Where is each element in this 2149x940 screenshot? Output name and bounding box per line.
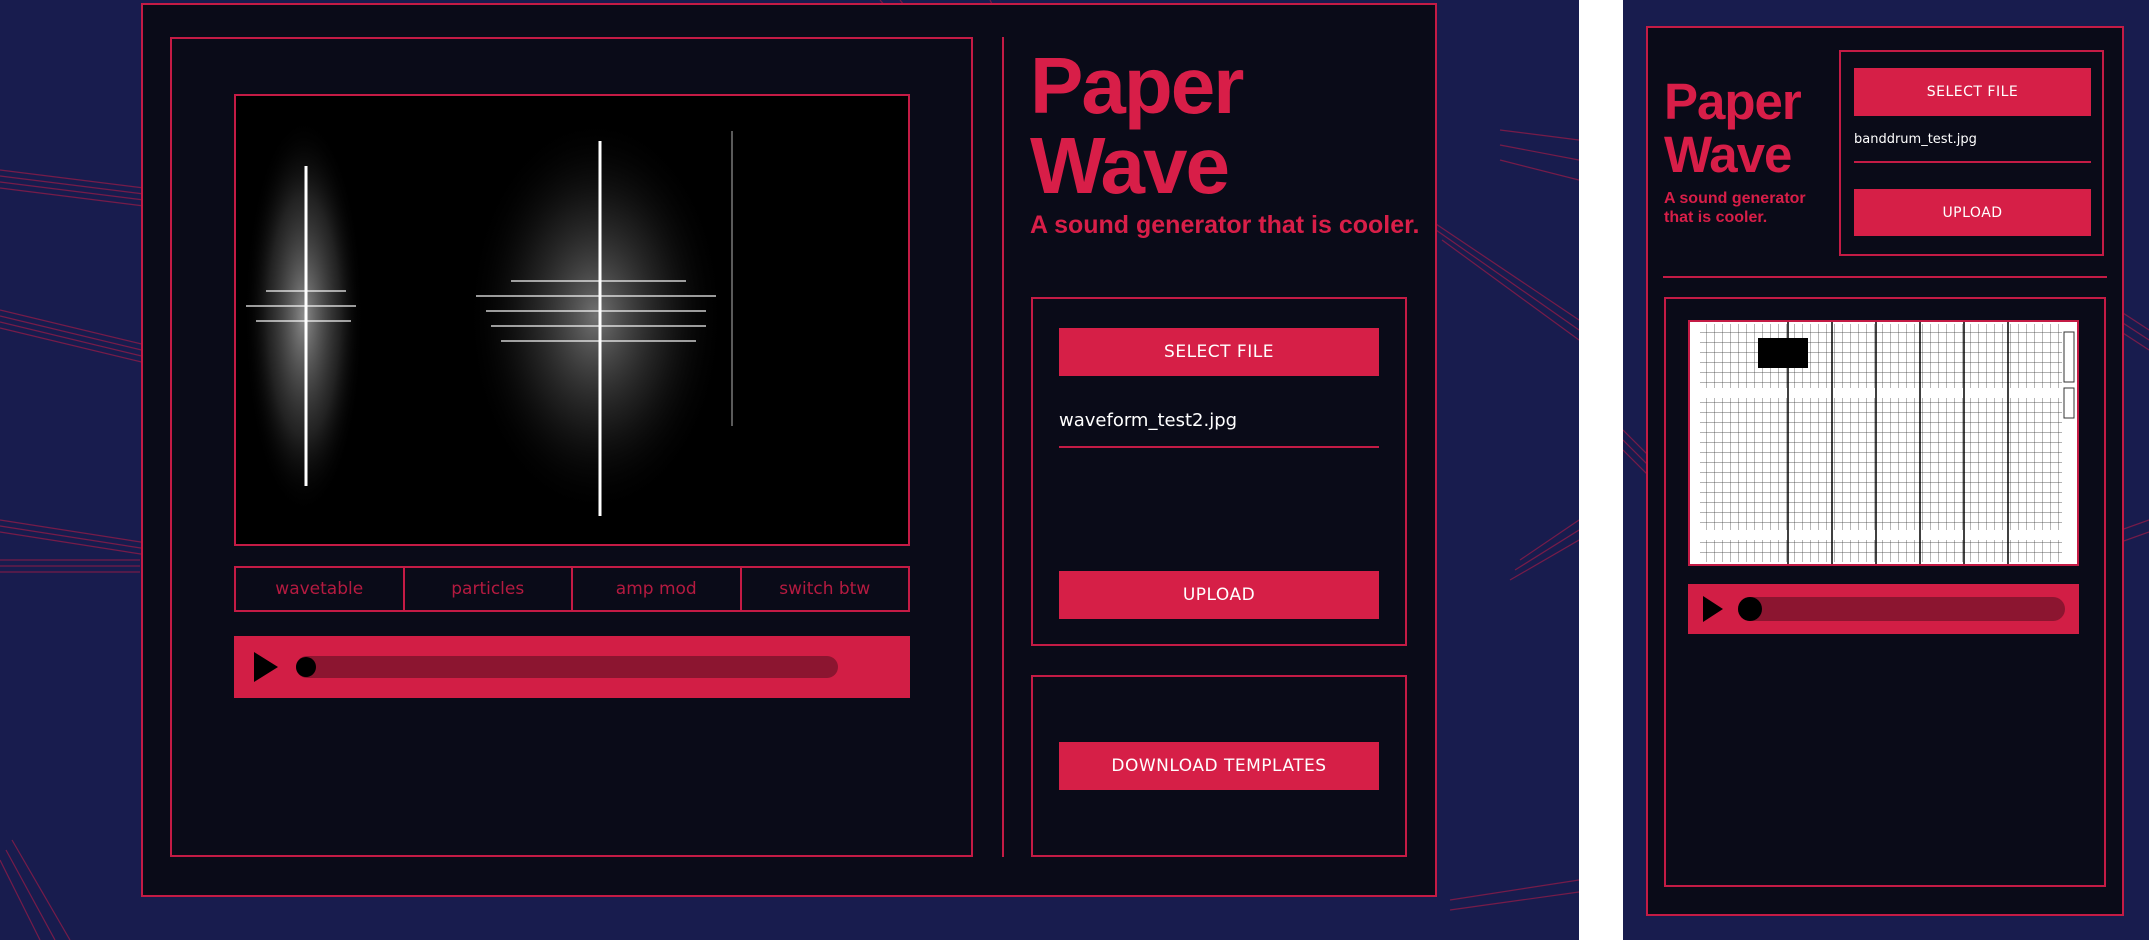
play-icon[interactable] <box>254 652 278 682</box>
mobile-tagline-line2: that is cooler. <box>1664 209 1768 226</box>
app-tagline: A sound generator that is cooler. <box>1030 211 1420 239</box>
mobile-tagline-line1: A sound generator <box>1664 190 1806 207</box>
app-title: Paper Wave <box>1030 41 1244 210</box>
select-file-button[interactable]: SELECT FILE <box>1059 328 1379 376</box>
mobile-audio-player <box>1688 584 2079 634</box>
mobile-play-icon[interactable] <box>1703 596 1723 622</box>
waveform-image <box>234 94 910 546</box>
mobile-progress-knob[interactable] <box>1738 597 1762 621</box>
audio-player <box>234 636 910 698</box>
tab-switch-btw[interactable]: switch btw <box>742 568 909 610</box>
app-title-line1: Paper <box>1030 41 1244 130</box>
mobile-app-title: Paper Wave <box>1664 73 1802 183</box>
mobile-title-line1: Paper <box>1664 73 1802 130</box>
app-title-line2: Wave <box>1030 121 1230 210</box>
mobile-select-file-button[interactable]: SELECT FILE <box>1854 68 2091 116</box>
tab-wavetable[interactable]: wavetable <box>236 568 405 610</box>
tab-particles[interactable]: particles <box>405 568 573 610</box>
drum-grid-image <box>1688 320 2079 566</box>
tab-amp-mod[interactable]: amp mod <box>573 568 742 610</box>
mobile-progress-track[interactable] <box>1738 597 2065 621</box>
divider-vertical <box>1002 37 1004 857</box>
mobile-tagline: A sound generator that is cooler. <box>1664 189 1806 227</box>
mobile-divider <box>1663 276 2107 278</box>
mode-tabs: wavetable particles amp mod switch btw <box>234 566 910 612</box>
download-templates-button[interactable]: DOWNLOAD TEMPLATES <box>1059 742 1379 790</box>
filename-field[interactable]: waveform_test2.jpg <box>1059 410 1379 448</box>
mobile-view: Paper Wave A sound generator that is coo… <box>1623 0 2149 940</box>
mobile-filename-field[interactable]: banddrum_test.jpg <box>1854 132 2091 163</box>
progress-knob[interactable] <box>296 657 316 677</box>
mobile-upload-button[interactable]: UPLOAD <box>1854 189 2091 236</box>
progress-track[interactable] <box>296 656 838 678</box>
upload-button[interactable]: UPLOAD <box>1059 571 1379 619</box>
desktop-view: wavetable particles amp mod switch btw P… <box>0 0 1579 940</box>
mobile-title-line2: Wave <box>1664 126 1792 183</box>
